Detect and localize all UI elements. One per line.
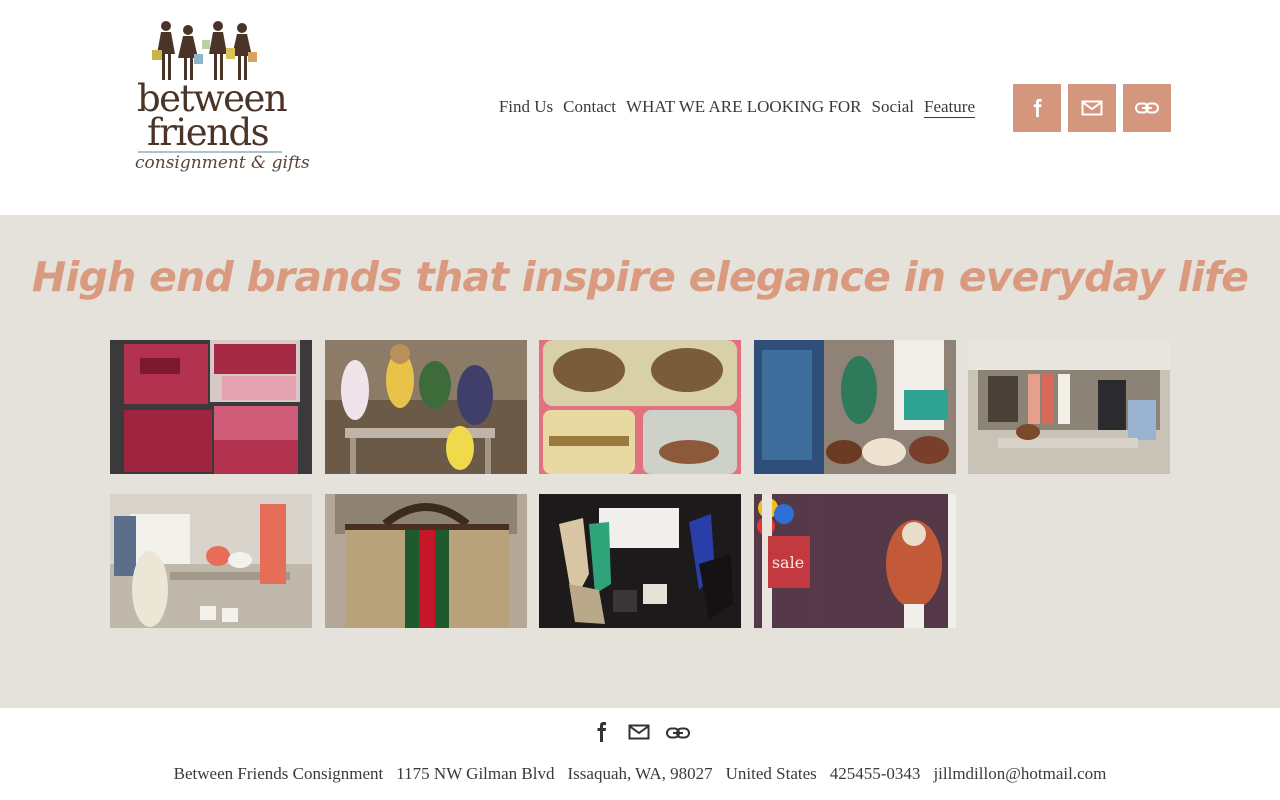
gallery-image-shoes[interactable]: [539, 494, 741, 628]
facebook-button[interactable]: [1013, 84, 1061, 132]
nav-what-we-are-looking-for[interactable]: WHAT WE ARE LOOKING FOR: [626, 97, 861, 117]
email-icon: [1081, 100, 1103, 116]
gallery-image-gucci-bag[interactable]: [325, 494, 527, 628]
gallery-image-sale-window[interactable]: sale: [754, 494, 956, 628]
feature-section: High end brands that inspire elegance in…: [0, 215, 1280, 708]
email-icon: [628, 724, 650, 740]
logo-text-friends: friends: [147, 111, 270, 154]
main-nav: Find Us Contact WHAT WE ARE LOOKING FOR …: [499, 97, 975, 117]
footer-contact-info: Between Friends Consignment 1175 NW Gilm…: [0, 764, 1280, 784]
nav-contact[interactable]: Contact: [563, 97, 616, 117]
link-button[interactable]: [1123, 84, 1171, 132]
footer-street: 1175 NW Gilman Blvd: [396, 764, 555, 783]
facebook-icon: [597, 722, 607, 742]
gallery-image-white-display[interactable]: [110, 494, 312, 628]
footer-email-link[interactable]: [627, 720, 651, 744]
footer-business-name: Between Friends Consignment: [173, 764, 384, 783]
logo-tagline: consignment & gifts: [135, 153, 310, 173]
page-headline: High end brands that inspire elegance in…: [31, 253, 1249, 301]
svg-text:sale: sale: [772, 553, 804, 572]
gallery-image-sunglasses[interactable]: [539, 340, 741, 474]
footer-phone[interactable]: 425455-0343: [830, 764, 921, 784]
email-button[interactable]: [1068, 84, 1116, 132]
footer-link-link[interactable]: [665, 720, 690, 744]
footer-email[interactable]: jillmdillon@hotmail.com: [933, 764, 1106, 784]
footer-social-links: [589, 720, 690, 744]
nav-feature[interactable]: Feature: [924, 97, 975, 117]
site-footer: Between Friends Consignment 1175 NW Gilm…: [0, 708, 1280, 800]
link-icon: [666, 727, 690, 739]
footer-facebook-link[interactable]: [589, 720, 613, 744]
footer-country: United States: [725, 764, 817, 783]
nav-social[interactable]: Social: [872, 97, 915, 117]
gallery-image-store-display[interactable]: [325, 340, 527, 474]
nav-find-us[interactable]: Find Us: [499, 97, 553, 117]
facebook-icon: [1033, 98, 1042, 118]
gallery-image-prada-bags[interactable]: [110, 340, 312, 474]
link-icon: [1135, 102, 1159, 114]
footer-city-state-zip: Issaquah, WA, 98027: [567, 764, 713, 783]
header-social-links: [1013, 84, 1171, 132]
logo-figures-icon: [152, 21, 257, 80]
site-header: between friends consignment & gifts Find…: [0, 0, 1280, 215]
gallery-image-dresses-purses[interactable]: [754, 340, 956, 474]
gallery-image-clothing-racks[interactable]: [968, 340, 1170, 474]
brand-logo[interactable]: between friends consignment & gifts: [130, 18, 310, 183]
